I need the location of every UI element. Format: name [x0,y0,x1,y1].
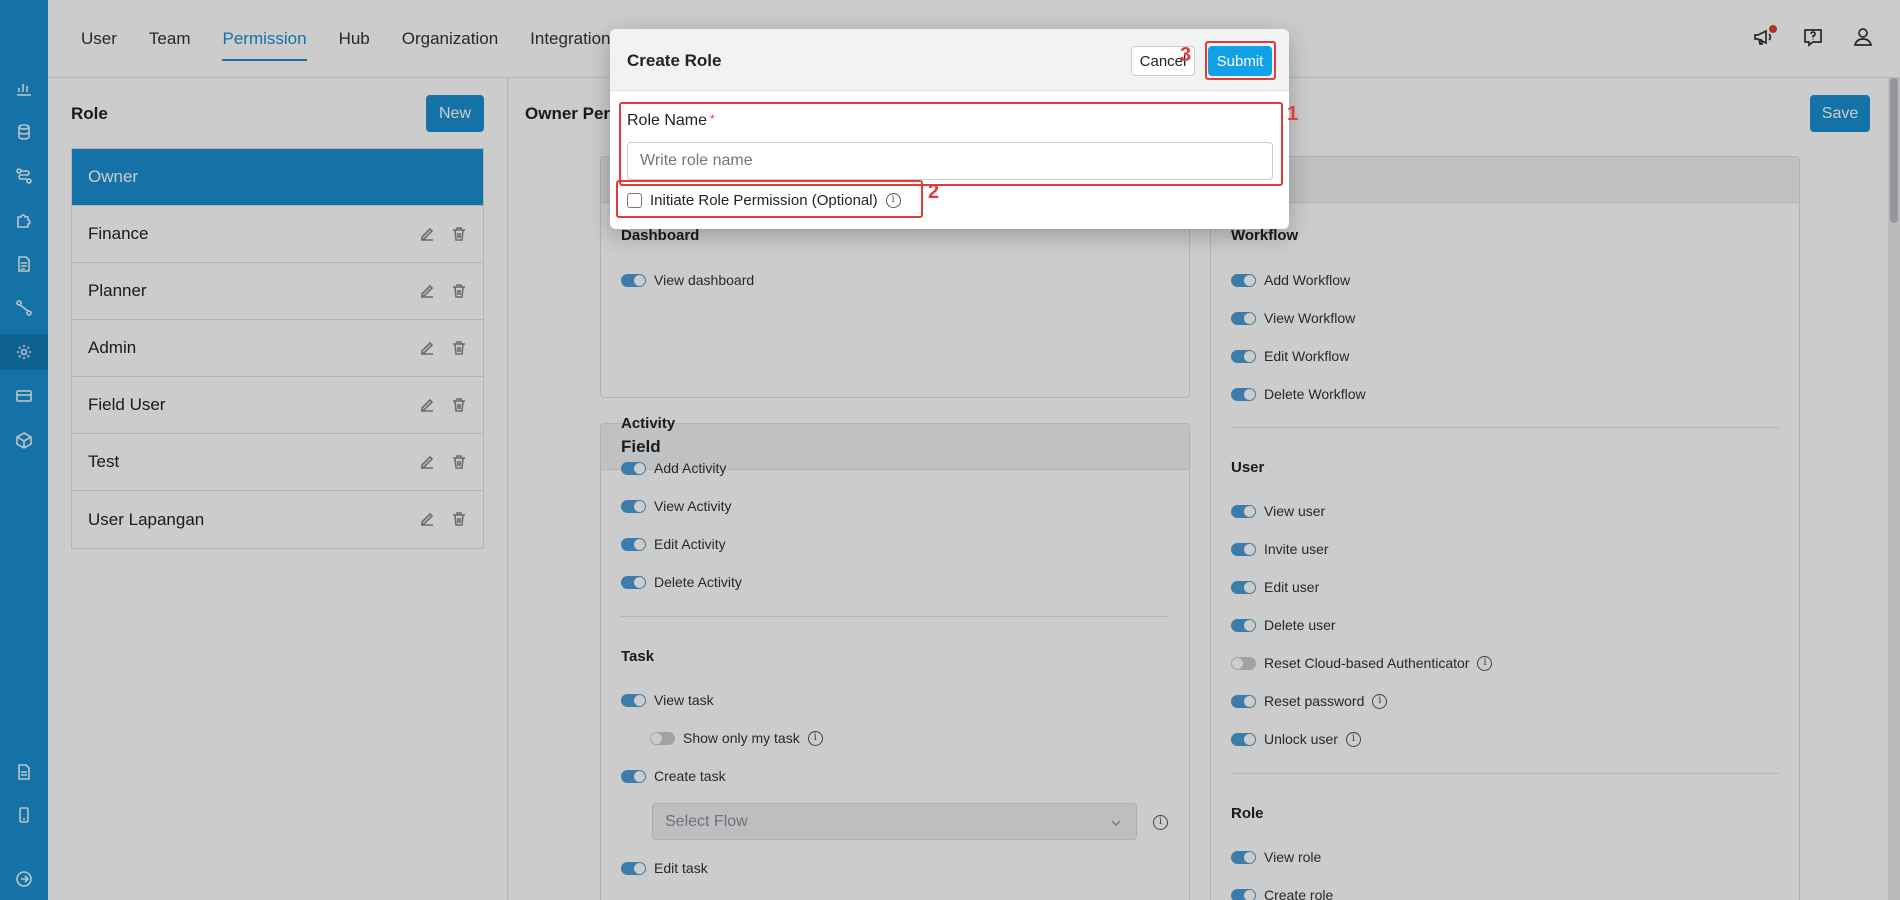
annotation-number-2: 2 [928,181,940,203]
annotation-box-2 [616,180,923,218]
annotation-box-3 [1205,41,1276,80]
annotation-number-1: 1 [1287,103,1299,125]
annotation-number-3: 3 [1180,44,1192,66]
annotation-box-1 [619,102,1283,186]
modal-title: Create Role [627,51,722,70]
